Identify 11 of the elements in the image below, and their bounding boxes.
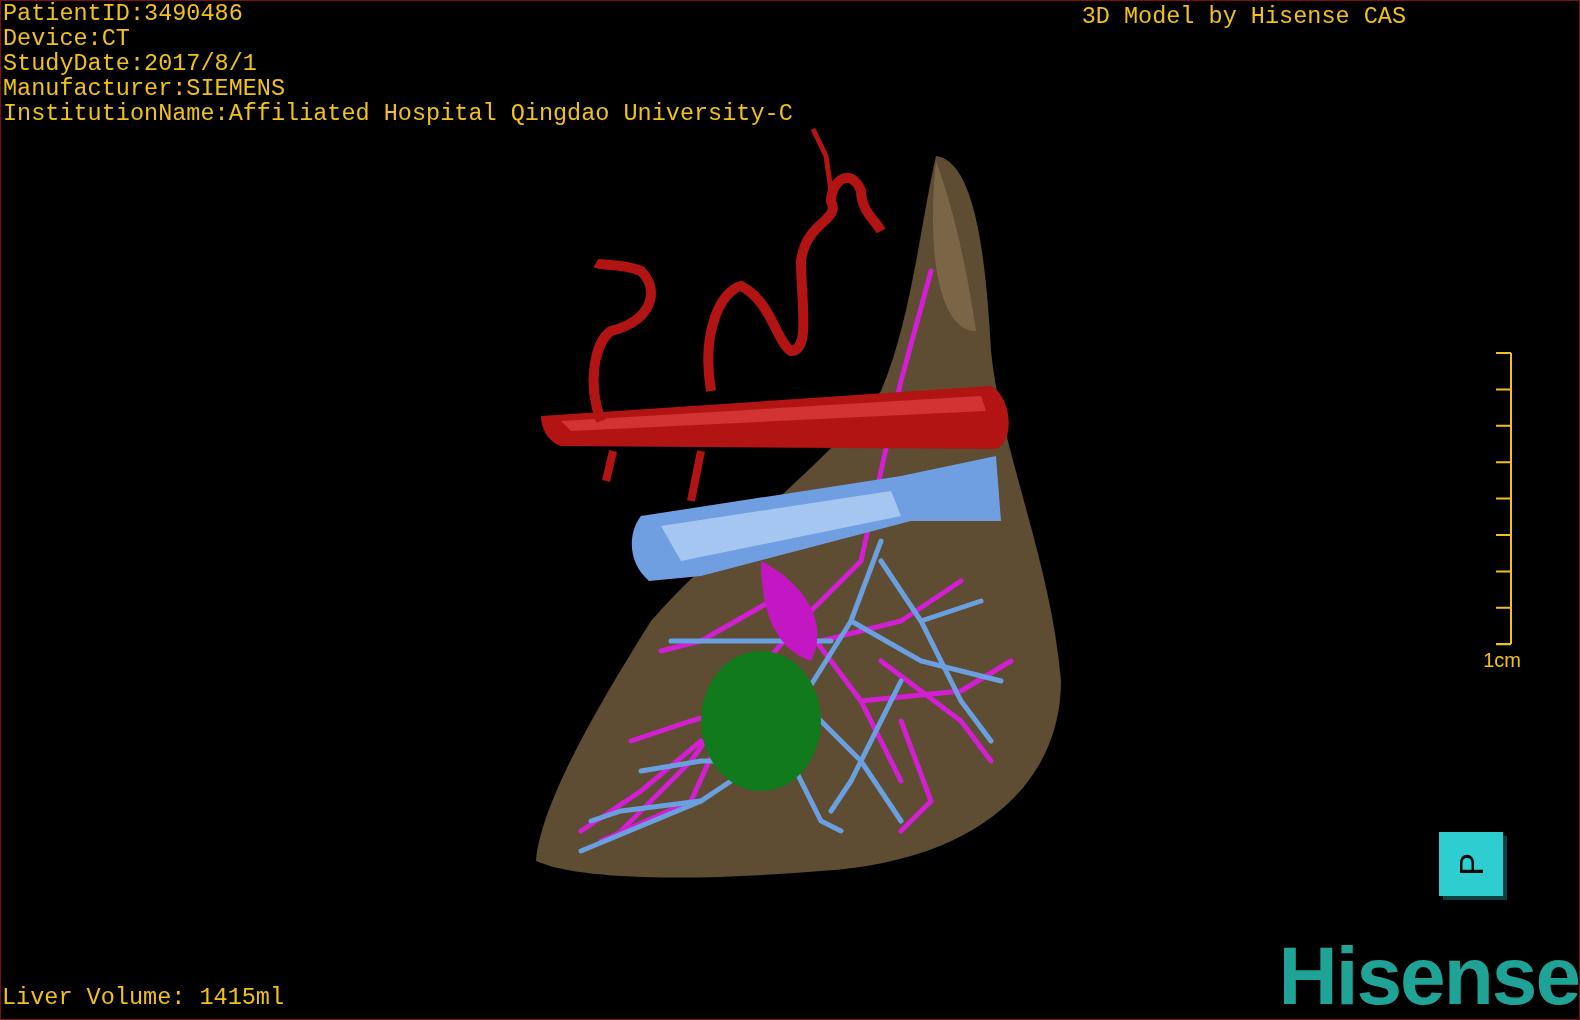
study-info-text: StudyDate:2017/8/1 (3, 51, 258, 76)
scale-label: 1cm (1483, 649, 1521, 672)
brand-logo: Hisense (1278, 941, 1579, 1011)
study-info-text: PatientID:3490486 (3, 1, 244, 26)
study-info-text: Manufacturer:SIEMENS (3, 76, 287, 101)
viewer-title: 3D Model by Hisense CAS (1081, 2, 1406, 32)
study-info-text: Device:CT (3, 26, 131, 51)
render-viewport[interactable]: PatientID:3490486 Device:CT StudyDate:2017/8/1 Manufacturer:SIEMENS InstitutionName:Affiliated Hospital Qingdao University-C 3D Model by Hisense CAS 1cm P Liver Volume: 1415ml Hisense (0, 0, 1580, 1020)
scale-bar-icon (1493, 351, 1513, 647)
study-info-text: InstitutionName:Affiliated Hospital Qingdao University-C (3, 101, 793, 126)
liver-volume-text: Liver Volume: 1415ml (2, 985, 285, 1011)
